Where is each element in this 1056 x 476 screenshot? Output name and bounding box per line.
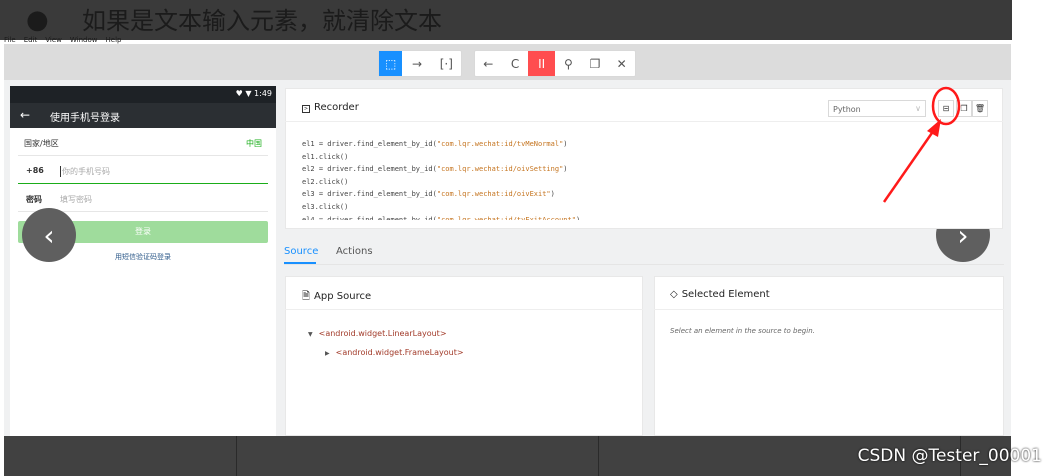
swipe-button[interactable]: →	[402, 51, 431, 76]
refresh-button[interactable]: C	[502, 51, 529, 76]
search-button[interactable]: ⚲	[555, 51, 582, 76]
bottom-divider-2	[598, 436, 599, 476]
pause-recording-button[interactable]: II	[528, 51, 556, 76]
phone-number-input[interactable]: 你的手机号码	[60, 166, 110, 177]
code-text: el1 = driver.find_element_by_id(	[302, 140, 437, 148]
caret-right-icon: ▶	[325, 350, 330, 357]
prev-arrow-button[interactable]: ‹	[22, 208, 76, 262]
selected-element-title: Selected Element	[681, 289, 770, 300]
phone-page-title: 使用手机号登录	[50, 113, 120, 124]
phone-back-arrow-icon[interactable]: ←	[20, 108, 30, 122]
code-line: el3 = driver.find_element_by_id("com.lqr…	[302, 188, 580, 201]
selected-element-panel	[654, 276, 1004, 436]
trash-icon: 🗑	[974, 104, 986, 113]
app-source-divider	[285, 309, 643, 310]
recorder-title: Recorder	[314, 102, 359, 113]
caret-down-icon: ▼	[308, 331, 313, 338]
toolbar-group-mode: ⬚ → [·]	[378, 50, 462, 77]
menu-help[interactable]: Help	[106, 36, 122, 44]
menu-file[interactable]: File	[4, 36, 16, 44]
region-label: 国家/地区	[24, 139, 59, 148]
menu-view[interactable]: View	[45, 36, 62, 44]
recorder-header: > Recorder	[302, 102, 359, 113]
tap-coordinates-button[interactable]: [·]	[432, 51, 461, 76]
code-text: el3.click()	[302, 202, 349, 211]
code-string: "com.lqr.wechat:id/oivSetting"	[436, 165, 564, 174]
language-select-value: Python	[833, 105, 861, 114]
tab-source[interactable]: Source	[284, 246, 318, 257]
menu-window[interactable]: Window	[70, 36, 98, 44]
phone-title-bar: ← 使用手机号登录	[10, 103, 276, 128]
code-line: el1.click()	[302, 151, 580, 164]
code-line: el3.click()	[302, 201, 580, 214]
bullet-glyph: ●	[26, 5, 49, 35]
refresh-icon: C	[510, 56, 520, 71]
code-text: el2 = driver.find_element_by_id(	[302, 165, 437, 174]
code-text: )	[563, 140, 568, 148]
chevron-left-icon: ‹	[43, 218, 55, 252]
copy-button[interactable]: ❐	[582, 51, 609, 76]
file-icon: 🗎	[302, 291, 311, 302]
swipe-icon: →	[412, 56, 423, 71]
toolbar-group-actions: ← C II ⚲ ❐ ✕	[474, 50, 636, 77]
code-text: )	[563, 165, 568, 174]
code-text: )	[575, 215, 581, 220]
selected-element-divider	[654, 309, 1004, 310]
code-line: el2 = driver.find_element_by_id("com.lqr…	[302, 163, 580, 176]
tab-actions[interactable]: Actions	[336, 246, 373, 257]
region-row[interactable]: 国家/地区 中国	[18, 130, 268, 156]
tree-node-child[interactable]: ▶ <android.widget.FrameLayout>	[325, 348, 464, 357]
annotation-arrow-head	[927, 119, 941, 137]
terminal-icon: >	[302, 105, 310, 113]
selected-element-header: ◇ Selected Element	[670, 289, 770, 300]
tag-icon: ◇	[670, 289, 678, 300]
close-icon: ✕	[616, 56, 627, 71]
recorded-code: el1 = driver.find_element_by_id("com.lqr…	[302, 138, 580, 220]
search-icon: ⚲	[563, 56, 573, 71]
phone-number-row: +86 你的手机号码	[18, 158, 268, 184]
watermark-text: CSDN @Tester_00001	[857, 446, 1042, 466]
tabs-divider	[284, 264, 1004, 265]
select-element-icon: ⬚	[385, 56, 397, 71]
country-code: +86	[26, 166, 44, 175]
tap-coordinates-icon: [·]	[439, 56, 453, 71]
password-input[interactable]: 填写密码	[60, 194, 92, 205]
code-string: "com.lqr.wechat:id/tvMeNormal"	[436, 140, 564, 148]
code-line: el1 = driver.find_element_by_id("com.lqr…	[302, 138, 580, 151]
code-text: el3 = driver.find_element_by_id(	[302, 190, 437, 199]
code-string: "com.lqr.wechat:id/oivExit"	[436, 190, 551, 199]
back-button[interactable]: ←	[475, 51, 502, 76]
region-value: 中国	[246, 139, 262, 148]
back-icon: ←	[483, 56, 494, 71]
code-text: el1.click()	[302, 152, 349, 161]
password-label: 密码	[26, 195, 42, 204]
annotation-circle	[931, 86, 961, 126]
code-text: el4 = driver.find_element_by_id(	[302, 215, 437, 220]
bottom-divider-1	[236, 436, 237, 476]
tree-node-label: <android.widget.LinearLayout>	[318, 329, 447, 338]
document-heading: 如果是文本输入元素，就清除文本	[82, 7, 442, 35]
code-text: )	[550, 190, 555, 199]
quit-session-button[interactable]: ✕	[608, 51, 635, 76]
code-text: el2.click()	[302, 177, 349, 186]
annotation-overlay	[882, 86, 961, 203]
code-line: el2.click()	[302, 176, 580, 189]
phone-status-bar: ♥ ▼ 1:49	[10, 86, 276, 103]
select-element-button[interactable]: ⬚	[379, 51, 403, 76]
tree-node-label: <android.widget.FrameLayout>	[335, 348, 464, 357]
status-icons: ♥ ▼ 1:49	[235, 89, 272, 98]
selected-element-hint: Select an element in the source to begin…	[670, 327, 815, 335]
clear-code-button[interactable]: 🗑	[972, 100, 988, 117]
code-line: el4 = driver.find_element_by_id("com.lqr…	[302, 214, 580, 220]
copy-icon: ❐	[589, 56, 601, 71]
pause-icon: II	[538, 56, 546, 71]
inspector-tabs: Source Actions	[284, 242, 1004, 270]
code-string: "com.lqr.wechat:id/tvExitAccount"	[436, 215, 576, 220]
tree-node-root[interactable]: ▼ <android.widget.LinearLayout>	[308, 329, 447, 338]
app-source-header: 🗎 App Source	[302, 289, 371, 306]
app-source-title: App Source	[314, 291, 372, 302]
annotation-arrow-line	[882, 129, 936, 203]
menu-edit[interactable]: Edit	[24, 36, 38, 44]
